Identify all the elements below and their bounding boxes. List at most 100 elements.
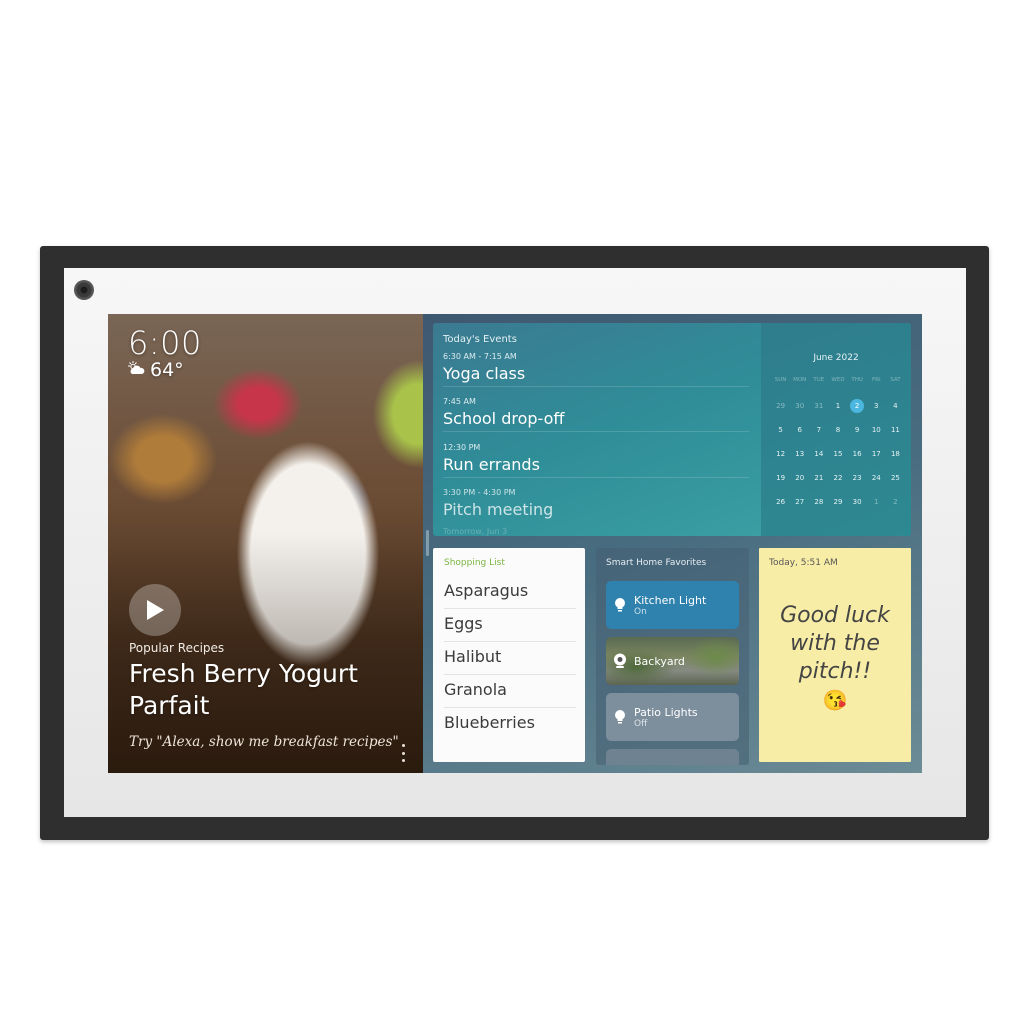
calendar-day-number: 29 — [776, 402, 786, 410]
calendar-day[interactable]: 22 — [828, 471, 847, 495]
calendar-day[interactable]: 6 — [790, 423, 809, 447]
recipe-card[interactable]: 6:00 64° Popular Recipes Fresh Berry Yog… — [108, 314, 426, 773]
calendar-day-number: 4 — [893, 402, 898, 410]
next-day-text: Tomorrow, Jun 3 — [443, 527, 508, 536]
calendar-day-number: 24 — [871, 474, 881, 482]
calendar-day[interactable]: 3 — [867, 399, 886, 423]
clock: 6:00 — [128, 324, 202, 362]
calendar-day[interactable]: 8 — [828, 423, 847, 447]
calendar-day[interactable]: 2 — [886, 495, 905, 519]
weekday-label: SAT — [890, 377, 901, 383]
calendar-day-number: 19 — [776, 474, 786, 482]
calendar-day[interactable]: 1 — [828, 399, 847, 423]
calendar-grid: SUN MON TUE WED THU FRI SAT 29 30 31 1 2 3 4 5 6 7 8 9 10 11… — [771, 377, 905, 519]
note-text: Good luck with the pitch!! — [780, 603, 890, 684]
kiss-emoji-icon: 😘 — [822, 690, 848, 712]
calendar-day-number: 14 — [814, 450, 824, 458]
calendar-day[interactable]: 29 — [828, 495, 847, 519]
weather[interactable]: 64° — [128, 359, 184, 381]
weekday-label: TUE — [813, 377, 825, 383]
calendar-day[interactable]: 26 — [771, 495, 790, 519]
calendar-day-number: 2 — [893, 498, 898, 506]
calendar-day[interactable]: 30 — [848, 495, 867, 519]
calendar-day-number: 2 — [850, 399, 865, 413]
widgets-panel: Today's Events 6:30 AM - 7:15 AM Yoga cl… — [423, 314, 922, 773]
calendar-day[interactable]: 1 — [867, 495, 886, 519]
calendar-day[interactable]: 23 — [848, 471, 867, 495]
calendar-day[interactable]: 27 — [790, 495, 809, 519]
device-tile-more[interactable] — [606, 749, 739, 765]
device-tile-backyard-camera[interactable]: Backyard — [606, 637, 739, 685]
events-widget[interactable]: Today's Events 6:30 AM - 7:15 AM Yoga cl… — [433, 323, 761, 536]
calendar-day[interactable]: 25 — [886, 471, 905, 495]
play-button[interactable] — [129, 584, 181, 636]
shopping-list-widget[interactable]: Shopping List Asparagus Eggs Halibut Gra… — [433, 548, 585, 762]
calendar-day[interactable]: 15 — [828, 447, 847, 471]
shopping-item[interactable]: Asparagus — [444, 576, 576, 609]
calendar-day-number: 30 — [795, 402, 805, 410]
calendar-day-number: 20 — [795, 474, 805, 482]
calendar-day[interactable]: 11 — [886, 423, 905, 447]
calendar-day[interactable]: 2 — [848, 399, 867, 423]
event-time: 7:45 AM — [443, 397, 476, 406]
calendar-day-number: 3 — [874, 402, 879, 410]
calendar-day-number: 26 — [776, 498, 786, 506]
calendar-day[interactable]: 9 — [848, 423, 867, 447]
event-item[interactable]: 7:45 AM School drop-off — [443, 397, 749, 432]
calendar-day[interactable]: 13 — [790, 447, 809, 471]
shopping-item[interactable]: Halibut — [444, 642, 576, 675]
device-tile-patio-lights[interactable]: Patio Lights Off — [606, 693, 739, 741]
voice-hint: Try "Alexa, show me breakfast recipes" — [129, 734, 399, 750]
calendar-day[interactable]: 7 — [809, 423, 828, 447]
calendar-day-number: 6 — [797, 426, 802, 434]
event-item[interactable]: 3:30 PM - 4:30 PM Pitch meeting — [443, 488, 749, 522]
note-timestamp: Today, 5:51 AM — [769, 558, 838, 568]
weekday-label: THU — [851, 377, 863, 383]
weekday-label: SUN — [774, 377, 787, 383]
shopping-item[interactable]: Blueberries — [444, 708, 576, 740]
events-heading: Today's Events — [443, 334, 517, 345]
event-title: Pitch meeting — [443, 500, 554, 519]
calendar-day-number: 17 — [871, 450, 881, 458]
calendar-widget[interactable]: June 2022 SUN MON TUE WED THU FRI SAT 29 30 31 1 2 3… — [761, 323, 911, 536]
more-options-icon[interactable] — [400, 744, 406, 762]
calendar-day-number: 13 — [795, 450, 805, 458]
calendar-day-number: 25 — [890, 474, 900, 482]
camera-icon — [606, 653, 634, 669]
calendar-day[interactable]: 18 — [886, 447, 905, 471]
calendar-day[interactable]: 12 — [771, 447, 790, 471]
calendar-day[interactable]: 30 — [790, 399, 809, 423]
calendar-day[interactable]: 20 — [790, 471, 809, 495]
calendar-day[interactable]: 29 — [771, 399, 790, 423]
calendar-day-number: 30 — [852, 498, 862, 506]
calendar-day-number: 1 — [835, 402, 841, 410]
device-state: On — [634, 606, 647, 617]
calendar-day-number: 15 — [833, 450, 843, 458]
device-state: Off — [634, 718, 648, 729]
shopping-item[interactable]: Granola — [444, 675, 576, 708]
sticky-note-widget[interactable]: Today, 5:51 AM Good luck with the pitch!… — [759, 548, 911, 762]
calendar-day-number: 27 — [795, 498, 805, 506]
partly-sunny-icon — [128, 361, 146, 379]
calendar-day-number: 9 — [854, 426, 860, 434]
recipe-title: Fresh Berry Yogurt Parfait — [129, 659, 358, 720]
calendar-day[interactable]: 14 — [809, 447, 828, 471]
calendar-day[interactable]: 21 — [809, 471, 828, 495]
scroll-handle[interactable] — [426, 530, 429, 556]
calendar-day-number: 22 — [833, 474, 843, 482]
calendar-day[interactable]: 19 — [771, 471, 790, 495]
device-tile-kitchen-light[interactable]: Kitchen Light On — [606, 581, 739, 629]
event-item[interactable]: 12:30 PM Run errands — [443, 443, 749, 478]
calendar-day[interactable]: 4 — [886, 399, 905, 423]
calendar-day-number: 11 — [890, 426, 900, 434]
shopping-item[interactable]: Eggs — [444, 609, 576, 642]
calendar-day[interactable]: 24 — [867, 471, 886, 495]
calendar-day[interactable]: 10 — [867, 423, 886, 447]
calendar-day[interactable]: 16 — [848, 447, 867, 471]
calendar-day[interactable]: 5 — [771, 423, 790, 447]
event-item[interactable]: 6:30 AM - 7:15 AM Yoga class — [443, 352, 749, 387]
calendar-day[interactable]: 17 — [867, 447, 886, 471]
calendar-day[interactable]: 31 — [809, 399, 828, 423]
calendar-day[interactable]: 28 — [809, 495, 828, 519]
lightbulb-icon — [606, 709, 634, 725]
